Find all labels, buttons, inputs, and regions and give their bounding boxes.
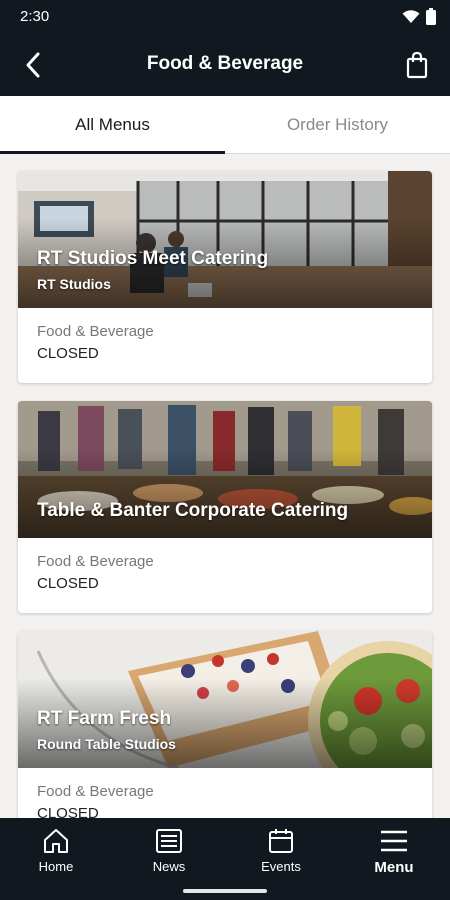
app-bar: Food & Beverage <box>0 34 450 96</box>
menu-card-subtitle: Round Table Studios <box>37 736 176 752</box>
nav-menu[interactable]: Menu <box>354 826 434 876</box>
menu-card-image: RT Farm Fresh Round Table Studios <box>18 631 432 768</box>
menu-card-status: CLOSED <box>37 575 99 592</box>
menu-card-rt-studios[interactable]: RT Studios Meet Catering RT Studios Food… <box>18 171 432 383</box>
shopping-bag-icon <box>406 51 428 79</box>
nav-news-label: News <box>152 859 186 874</box>
menu-card-category: Food & Beverage <box>37 553 154 570</box>
menu-card-image: Table & Banter Corporate Catering <box>18 401 432 538</box>
hamburger-menu-icon <box>381 830 407 852</box>
menu-card-category: Food & Beverage <box>37 323 154 340</box>
wifi-icon <box>402 9 420 23</box>
calendar-icon <box>269 829 293 853</box>
status-time: 2:30 <box>20 8 50 25</box>
tab-bar: All Menus Order History <box>0 96 450 154</box>
menu-card-image: RT Studios Meet Catering RT Studios <box>18 171 432 308</box>
nav-events-label: Events <box>261 859 301 874</box>
menu-card-status: CLOSED <box>37 805 99 818</box>
menu-card-category: Food & Beverage <box>37 783 154 800</box>
status-bar: 2:30 <box>0 0 450 34</box>
nav-home[interactable]: Home <box>16 826 96 874</box>
bottom-nav: Home News Events Menu <box>0 818 450 900</box>
nav-news[interactable]: News <box>129 826 209 874</box>
battery-icon <box>426 8 436 25</box>
nav-events[interactable]: Events <box>241 826 321 874</box>
menu-card-rt-farm-fresh[interactable]: RT Farm Fresh Round Table Studios Food &… <box>18 631 432 818</box>
menu-list: RT Studios Meet Catering RT Studios Food… <box>0 155 450 818</box>
image-overlay <box>18 448 432 538</box>
menu-card-body: Food & Beverage CLOSED <box>18 768 432 818</box>
status-icons <box>402 8 436 25</box>
menu-card-subtitle: RT Studios <box>37 276 111 292</box>
menu-card-title: RT Farm Fresh <box>37 708 172 729</box>
home-indicator[interactable] <box>183 889 267 893</box>
home-icon <box>44 829 68 853</box>
tab-all-menus[interactable]: All Menus <box>0 96 225 154</box>
tab-order-history[interactable]: Order History <box>225 96 450 154</box>
tab-indicator <box>0 151 225 154</box>
page-title: Food & Beverage <box>146 53 304 74</box>
cart-button[interactable] <box>400 48 434 82</box>
menu-card-title: RT Studios Meet Catering <box>37 248 269 269</box>
menu-card-body: Food & Beverage CLOSED <box>18 538 432 613</box>
menu-card-title: Table & Banter Corporate Catering <box>37 500 349 521</box>
menu-card-status: CLOSED <box>37 345 99 362</box>
nav-home-label: Home <box>38 859 74 874</box>
news-icon <box>156 829 182 853</box>
nav-menu-label: Menu <box>374 859 414 876</box>
menu-card-body: Food & Beverage CLOSED <box>18 308 432 383</box>
menu-card-table-banter[interactable]: Table & Banter Corporate Catering Food &… <box>18 401 432 613</box>
